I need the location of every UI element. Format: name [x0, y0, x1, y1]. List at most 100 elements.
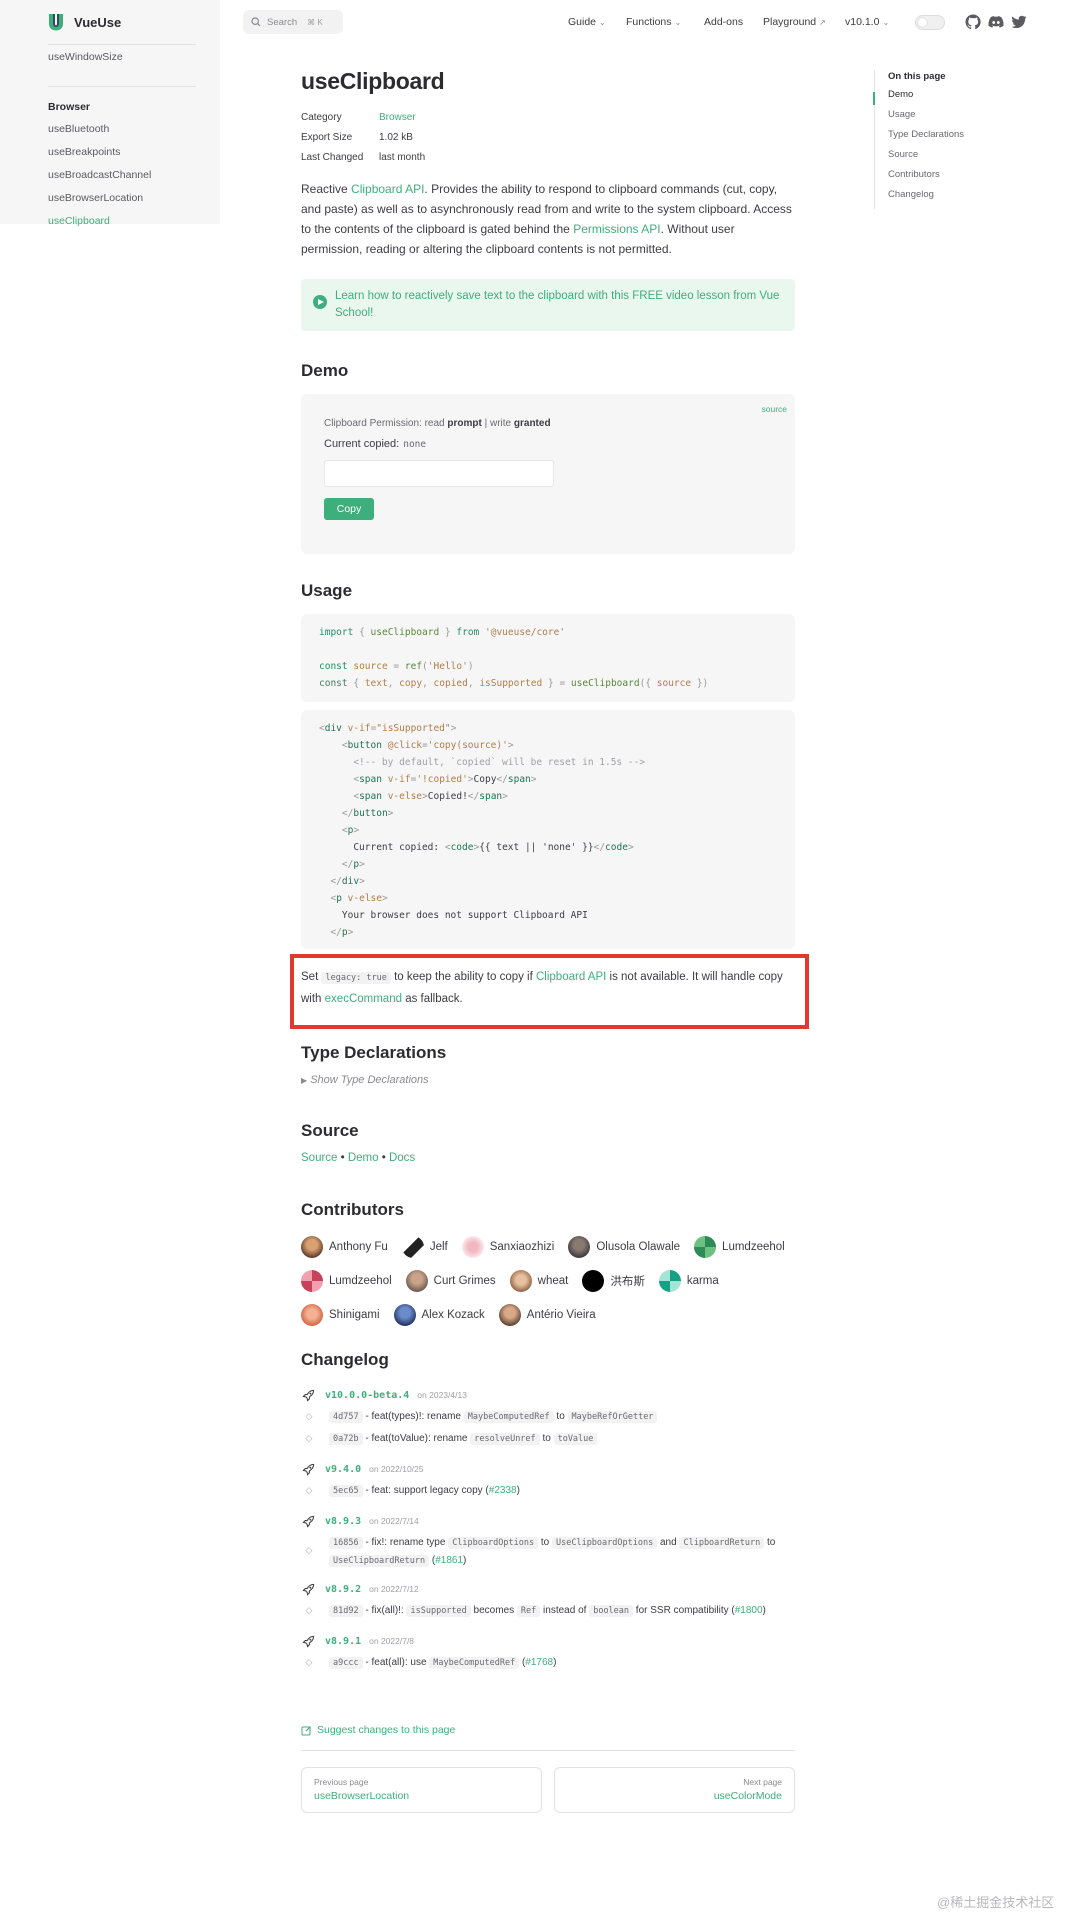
- sidebar-item-usebroadcastchannel[interactable]: useBroadcastChannel: [48, 169, 151, 181]
- contributor[interactable]: Lumdzeehol: [301, 1270, 392, 1292]
- commit-icon: ◇: [305, 1657, 313, 1667]
- commit-hash[interactable]: 5ec65: [329, 1485, 363, 1497]
- contributor[interactable]: Antério Vieira: [498, 1304, 596, 1326]
- avatar: [568, 1236, 591, 1258]
- sidebar-item-usebrowserlocation[interactable]: useBrowserLocation: [48, 192, 143, 204]
- contributor[interactable]: Jelf: [401, 1236, 448, 1258]
- discord-icon[interactable]: [988, 14, 1004, 30]
- pr-link[interactable]: #2338: [489, 1485, 517, 1496]
- copy-text-input[interactable]: [324, 460, 554, 487]
- twitter-icon[interactable]: [1011, 14, 1027, 30]
- demo-source-link[interactable]: source: [761, 404, 787, 414]
- commit-text: to: [553, 1411, 568, 1422]
- commit-hash[interactable]: 0a72b: [329, 1433, 363, 1445]
- outline-item-demo[interactable]: Demo: [888, 89, 1014, 101]
- nav-addons[interactable]: Add-ons: [704, 16, 743, 28]
- contributor[interactable]: Sanxiaozhizi: [461, 1236, 554, 1258]
- contributor[interactable]: 洪布斯: [582, 1270, 645, 1292]
- demo-box: source Clipboard Permission: read prompt…: [301, 394, 795, 554]
- contributor-name: 洪布斯: [610, 1276, 645, 1288]
- clipboard-api-link[interactable]: Clipboard API: [351, 182, 424, 196]
- release-version[interactable]: v8.9.1: [325, 1636, 361, 1647]
- commit-text: instead of: [540, 1605, 590, 1616]
- pr-link[interactable]: #1861: [435, 1555, 463, 1566]
- prev-page-label: Previous page: [314, 1777, 369, 1787]
- nav-guide[interactable]: Guide ⌄: [568, 16, 606, 28]
- docs-link[interactable]: Docs: [389, 1152, 415, 1164]
- meta-export-size-value: 1.02 kB: [379, 131, 413, 143]
- commit-text: for SSR compatibility (: [633, 1605, 735, 1616]
- sidebar-divider: [48, 86, 196, 87]
- meta-category-link[interactable]: Browser: [379, 112, 416, 123]
- sidebar-item-usewindowsize[interactable]: useWindowSize: [48, 51, 123, 63]
- contributor[interactable]: wheat: [509, 1270, 568, 1292]
- nav-playground[interactable]: Playground ↗: [763, 16, 826, 28]
- type-declarations-toggle[interactable]: ▶ Show Type Declarations: [301, 1074, 795, 1086]
- next-page-link[interactable]: Next page useColorMode: [554, 1767, 795, 1813]
- avatar: [393, 1304, 416, 1326]
- prev-page-link[interactable]: Previous page useBrowserLocation: [301, 1767, 542, 1813]
- outline-item-usage[interactable]: Usage: [888, 109, 1014, 121]
- search-button[interactable]: Search ⌘ K: [243, 10, 343, 34]
- commit-text: ): [463, 1555, 467, 1566]
- contributor[interactable]: Shinigami: [301, 1304, 380, 1326]
- sidebar-item-usebluetooth[interactable]: useBluetooth: [48, 123, 109, 135]
- nav-functions[interactable]: Functions ⌄: [626, 16, 681, 28]
- rocket-icon: [302, 1635, 315, 1648]
- commit-hash[interactable]: a9ccc: [329, 1657, 363, 1669]
- contributors-heading: Contributors: [301, 1200, 404, 1219]
- suggest-changes-link[interactable]: Suggest changes to this page: [301, 1724, 795, 1736]
- contributor[interactable]: Lumdzeehol: [694, 1236, 785, 1258]
- release-date: on 2022/7/14: [369, 1516, 419, 1526]
- outline-item-type-declarations[interactable]: Type Declarations: [888, 129, 1014, 141]
- release-date: on 2022/7/12: [369, 1584, 419, 1594]
- outline-item-contributors[interactable]: Contributors: [888, 169, 1014, 181]
- chevron-down-icon: ⌄: [674, 17, 682, 27]
- github-icon[interactable]: [965, 14, 981, 30]
- vueuse-logo-icon: [49, 14, 63, 31]
- perm-sep: | write: [481, 418, 514, 429]
- clipboard-permission: Clipboard Permission: read prompt | writ…: [324, 418, 772, 429]
- commit-code: ClipboardReturn: [679, 1537, 765, 1549]
- contributor-name: Antério Vieira: [526, 1309, 596, 1321]
- search-icon: [251, 17, 261, 27]
- contributor[interactable]: karma: [658, 1270, 719, 1292]
- release-version[interactable]: v10.0.0-beta.4: [325, 1390, 409, 1401]
- pr-link[interactable]: #1800: [735, 1605, 763, 1616]
- watermark: @稀土掘金技术社区: [937, 1895, 1055, 1910]
- pr-link[interactable]: #1768: [525, 1657, 553, 1668]
- contributor[interactable]: Alex Kozack: [393, 1304, 485, 1326]
- contributor[interactable]: Curt Grimes: [405, 1270, 496, 1292]
- sidebar-divider: [48, 44, 196, 45]
- chevron-down-icon: ⌄: [882, 17, 890, 27]
- release-version[interactable]: v8.9.2: [325, 1584, 361, 1595]
- logo[interactable]: VueUse: [48, 13, 121, 31]
- outline-title: On this page: [888, 71, 946, 82]
- source-link[interactable]: Source: [301, 1152, 337, 1164]
- release-version[interactable]: v9.4.0: [325, 1464, 361, 1475]
- nav-version-label: v10.1.0: [845, 16, 880, 28]
- commit-text: and: [657, 1537, 680, 1548]
- demo-link[interactable]: Demo: [348, 1152, 379, 1164]
- contributor[interactable]: Olusola Olawale: [568, 1236, 680, 1258]
- theme-toggle[interactable]: [915, 15, 945, 30]
- release-version[interactable]: v8.9.3: [325, 1516, 361, 1527]
- avatar: [509, 1270, 532, 1292]
- commit-hash[interactable]: 16856: [329, 1537, 363, 1549]
- suggest-changes-label: Suggest changes to this page: [317, 1724, 456, 1736]
- contributors-list: Anthony Fu Jelf Sanxiaozhizi Olusola Ola…: [301, 1236, 795, 1326]
- commit-hash[interactable]: 81d92: [329, 1605, 363, 1617]
- permissions-api-link[interactable]: Permissions API: [573, 222, 660, 236]
- copy-button[interactable]: Copy: [324, 498, 374, 520]
- vue-school-tip[interactable]: Learn how to reactively save text to the…: [301, 279, 795, 331]
- outline-item-source[interactable]: Source: [888, 149, 1014, 161]
- contributor[interactable]: Anthony Fu: [301, 1236, 388, 1258]
- sidebar-item-useclipboard[interactable]: useClipboard: [48, 215, 110, 227]
- nav-version[interactable]: v10.1.0 ⌄: [845, 16, 889, 28]
- commit-hash[interactable]: 4d757: [329, 1411, 363, 1423]
- sidebar-item-usebreakpoints[interactable]: useBreakpoints: [48, 146, 120, 158]
- perm-label: Clipboard Permission: read: [324, 418, 448, 429]
- source-sep: •: [378, 1152, 389, 1164]
- meta-category-key: Category: [301, 111, 342, 123]
- outline-item-changelog[interactable]: Changelog: [888, 189, 1014, 201]
